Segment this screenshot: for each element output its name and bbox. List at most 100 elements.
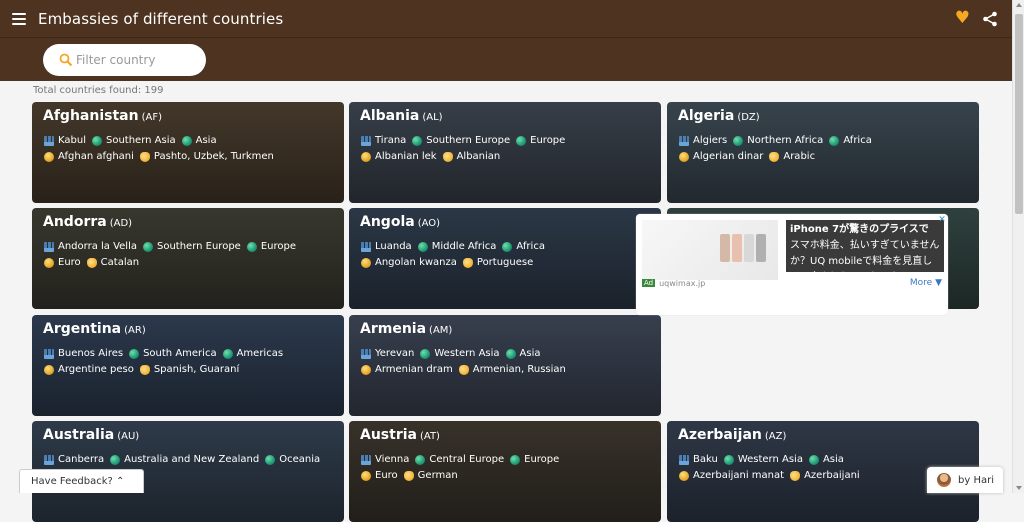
money-bag-icon — [679, 151, 689, 162]
ad-more-button[interactable]: More ▼ — [910, 278, 942, 288]
waving-hand-icon — [442, 151, 453, 162]
money-bag-icon — [679, 470, 689, 481]
scrollbar[interactable] — [1012, 0, 1024, 493]
country-info-line: Argentine peso Spanish, Guaraní — [44, 364, 245, 375]
author-badge[interactable]: by Hari — [927, 467, 1003, 493]
languages: Azerbaijani — [804, 470, 860, 481]
languages: Catalan — [100, 257, 140, 268]
scroll-thumb[interactable] — [1015, 14, 1023, 214]
city-icon — [44, 348, 54, 359]
country-name-text: Austria — [360, 427, 417, 443]
country-info-line: Euro German — [361, 470, 464, 481]
globe-icon — [222, 348, 233, 359]
country-info-line: Kabul Southern Asia Asia — [44, 135, 223, 146]
capital: Yerevan — [375, 348, 415, 359]
ad-badge: Ad — [642, 279, 656, 287]
app-bar-actions: ♥ — [955, 10, 998, 27]
globe-icon — [502, 241, 513, 252]
ad-image[interactable] — [642, 220, 778, 280]
globe-icon — [412, 135, 423, 146]
currency: Euro — [375, 470, 398, 481]
country-name: Albania (AL) — [360, 108, 443, 124]
globe-icon — [265, 454, 276, 465]
country-info-line: Angolan kwanza Portuguese — [361, 257, 539, 268]
country-code: (AD) — [109, 218, 133, 229]
country-info-line: Algerian dinar Arabic — [679, 151, 821, 162]
globe-icon — [110, 454, 121, 465]
globe-icon — [415, 454, 426, 465]
country-card[interactable]: Albania (AL) Tirana Southern Europe Europe Al… — [349, 102, 661, 203]
country-info-line: Albanian lek Albanian — [361, 151, 506, 162]
country-info-line: Euro Catalan — [44, 257, 145, 268]
city-icon — [44, 454, 54, 465]
hamburger-menu-icon[interactable] — [12, 12, 26, 25]
country-card[interactable]: Armenia (AM) Yerevan Western Asia Asia Armeni… — [349, 315, 661, 416]
region: Southern Europe — [156, 241, 241, 252]
city-icon — [361, 135, 371, 146]
search-bar — [0, 37, 1012, 81]
globe-icon — [129, 348, 140, 359]
ad-phone-rose — [732, 234, 742, 262]
country-card[interactable]: Argentina (AR) Buenos Aires South America Am… — [32, 315, 344, 416]
scroll-down-icon[interactable] — [1016, 486, 1022, 490]
money-bag-icon — [44, 151, 54, 162]
ad-headline: iPhone 7が驚きのプライスで — [790, 224, 929, 235]
currency: Afghan afghani — [58, 151, 134, 162]
country-info-line: Azerbaijani manat Azerbaijani — [679, 470, 866, 481]
waving-hand-icon — [86, 257, 97, 268]
globe-icon — [505, 348, 516, 359]
languages: Portuguese — [476, 257, 534, 268]
advertisement[interactable]: iPhone 7が驚きのプライスで スマホ料金、払いすぎていませんか？UQ mo… — [636, 214, 948, 315]
globe-icon — [91, 135, 102, 146]
languages: Albanian — [456, 151, 501, 162]
country-code: (AF) — [141, 112, 162, 123]
country-code: (AU) — [117, 431, 140, 442]
region: Northern Africa — [747, 135, 824, 146]
country-card[interactable]: Algeria (DZ) Algiers Northern Africa Africa A… — [667, 102, 979, 203]
continent: Europe — [260, 241, 296, 252]
ad-close-icon[interactable]: ✕ — [937, 215, 947, 225]
country-name-text: Algeria — [678, 108, 735, 124]
country-card[interactable]: Angola (AO) Luanda Middle Africa Africa Angol… — [349, 208, 661, 309]
author-label: by Hari — [958, 474, 994, 486]
favorites-heart-icon[interactable]: ♥ — [955, 10, 970, 27]
country-name: Austria (AT) — [360, 427, 440, 443]
country-name-text: Azerbaijan — [678, 427, 762, 443]
country-card[interactable]: Afghanistan (AF) Kabul Southern Asia Asia Afg… — [32, 102, 344, 203]
city-icon — [44, 241, 54, 252]
continent: Oceania — [279, 454, 321, 465]
country-name-text: Andorra — [43, 214, 107, 230]
filter-country-input[interactable] — [76, 53, 196, 67]
country-name-text: Afghanistan — [43, 108, 139, 124]
money-bag-icon — [361, 364, 371, 375]
waving-hand-icon — [139, 364, 150, 375]
search-box[interactable] — [43, 44, 206, 76]
capital: Andorra la Vella — [58, 241, 137, 252]
country-card[interactable]: Andorra (AD) Andorra la Vella Southern Euro… — [32, 208, 344, 309]
countries-count: Total countries found: 199 — [33, 85, 164, 96]
feedback-button[interactable]: Have Feedback? ⌃ — [19, 469, 144, 493]
country-code: (DZ) — [737, 112, 760, 123]
continent: Americas — [236, 348, 284, 359]
country-name-text: Angola — [360, 214, 415, 230]
city-icon — [361, 241, 371, 252]
globe-icon — [723, 454, 734, 465]
ad-text[interactable]: iPhone 7が驚きのプライスで スマホ料金、払いすぎていませんか？UQ mo… — [786, 220, 944, 272]
country-info-line: Yerevan Western Asia Asia — [361, 348, 547, 359]
money-bag-icon — [44, 257, 54, 268]
scroll-up-icon[interactable] — [1016, 3, 1022, 7]
country-name: Armenia (AM) — [360, 321, 452, 337]
share-icon[interactable] — [982, 11, 998, 27]
languages: German — [417, 470, 458, 481]
currency: Armenian dram — [375, 364, 453, 375]
capital: Tirana — [375, 135, 407, 146]
ad-domain[interactable]: uqwimax.jp — [659, 279, 705, 288]
country-info-line: Baku Western Asia Asia — [679, 454, 850, 465]
globe-icon — [516, 135, 527, 146]
continent: Asia — [195, 135, 217, 146]
region: Southern Europe — [426, 135, 511, 146]
country-card[interactable]: Austria (AT) Vienna Central Europe Europe Eur… — [349, 421, 661, 522]
capital: Canberra — [58, 454, 105, 465]
globe-icon — [733, 135, 744, 146]
country-info-line: Luanda Middle Africa Africa — [361, 241, 551, 252]
